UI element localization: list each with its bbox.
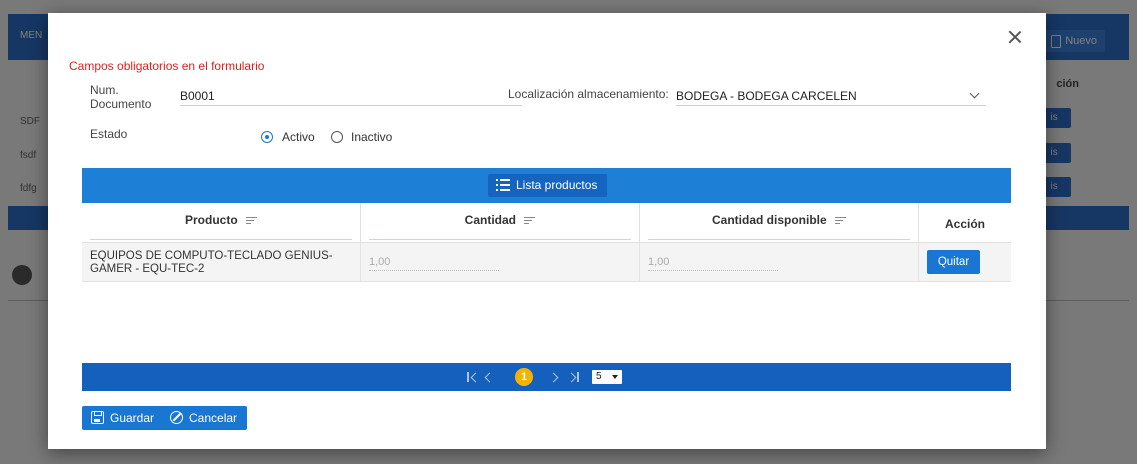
- next-page-icon[interactable]: [548, 363, 559, 391]
- cantidad-input[interactable]: 1,00: [369, 256, 499, 271]
- cancel-button[interactable]: Cancelar: [161, 406, 248, 430]
- cell-cantidad: 1,00: [361, 243, 640, 281]
- lista-productos-label: Lista productos: [516, 178, 598, 192]
- filter-icon[interactable]: [246, 216, 257, 225]
- filter-icon[interactable]: [524, 216, 536, 225]
- page-size-select[interactable]: 5: [592, 370, 622, 384]
- dropdown-triangle-icon: [612, 375, 618, 379]
- grid-header: Producto Cantidad Cantidad disponible Ac…: [82, 203, 1011, 243]
- current-page-indicator[interactable]: 1: [515, 368, 533, 386]
- cell-cantidad-disponible: 1,00: [640, 243, 919, 281]
- radio-inactivo[interactable]: [331, 131, 343, 143]
- column-label: Acción: [944, 217, 985, 231]
- close-icon[interactable]: [1008, 30, 1022, 44]
- column-label: Producto: [184, 213, 238, 227]
- column-header-accion: Acción: [919, 203, 1011, 242]
- save-button[interactable]: Guardar: [82, 406, 165, 430]
- first-page-icon[interactable]: [467, 363, 481, 391]
- cancel-icon: [170, 411, 183, 424]
- num-documento-value: B0001: [180, 89, 215, 103]
- column-label: Cantidad: [464, 213, 516, 227]
- previous-page-icon[interactable]: [484, 363, 495, 391]
- radio-inactivo-label[interactable]: Inactivo: [351, 130, 392, 144]
- cantidad-disponible-input: 1,00: [648, 256, 778, 271]
- grid-toolbar: Lista productos: [82, 168, 1011, 203]
- column-filter-input[interactable]: [369, 239, 631, 240]
- producto-text: EQUIPOS DE COMPUTO-TECLADO GENIUS-GAMER …: [90, 250, 333, 275]
- num-documento-label: Num. Documento: [90, 83, 152, 111]
- column-header-cantidad-disponible[interactable]: Cantidad disponible: [640, 203, 919, 242]
- save-label: Guardar: [110, 411, 155, 425]
- chevron-down-icon[interactable]: [969, 88, 980, 99]
- lista-productos-button[interactable]: Lista productos: [488, 174, 608, 197]
- document-modal: Campos obligatorios en el formulario Num…: [48, 13, 1046, 449]
- localizacion-value: BODEGA - BODEGA CARCELEN: [676, 89, 857, 103]
- cell-producto: EQUIPOS DE COMPUTO-TECLADO GENIUS-GAMER …: [82, 243, 361, 281]
- cell-accion: Quitar: [919, 243, 1011, 281]
- radio-activo[interactable]: [261, 131, 273, 143]
- estado-label: Estado: [90, 127, 128, 141]
- list-icon: [496, 179, 510, 192]
- num-documento-field[interactable]: B0001: [180, 89, 522, 106]
- page-size-value: 5: [596, 371, 602, 382]
- column-header-cantidad[interactable]: Cantidad: [361, 203, 640, 242]
- column-filter-input[interactable]: [90, 239, 352, 240]
- column-header-producto[interactable]: Producto: [82, 203, 361, 242]
- radio-activo-label[interactable]: Activo: [282, 130, 315, 144]
- localizacion-label: Localización almacenamiento:: [508, 87, 669, 101]
- cancel-label: Cancelar: [189, 411, 238, 425]
- filter-icon[interactable]: [835, 216, 846, 225]
- column-filter-input[interactable]: [648, 239, 910, 240]
- quitar-button[interactable]: Quitar: [927, 250, 980, 274]
- save-icon: [91, 411, 104, 424]
- pager: 1 5: [82, 363, 1011, 391]
- localizacion-select[interactable]: BODEGA - BODEGA CARCELEN: [676, 88, 986, 106]
- column-label: Cantidad disponible: [711, 213, 827, 227]
- table-row: EQUIPOS DE COMPUTO-TECLADO GENIUS-GAMER …: [82, 243, 1011, 282]
- required-fields-note: Campos obligatorios en el formulario: [69, 59, 265, 73]
- last-page-icon[interactable]: [566, 363, 579, 391]
